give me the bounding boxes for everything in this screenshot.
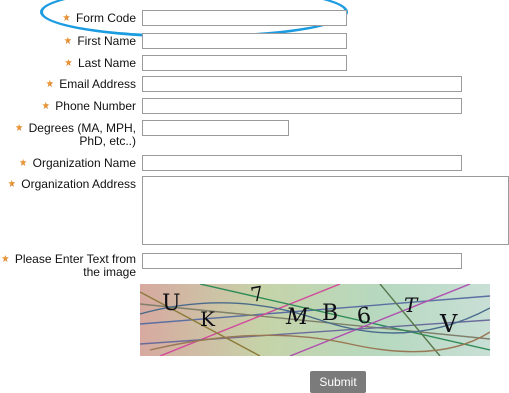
required-asterisk-icon (8, 180, 16, 187)
degrees-input[interactable] (142, 120, 289, 136)
phone-label-text: Phone Number (55, 99, 136, 113)
org-name-label-text: Organization Name (32, 156, 136, 170)
degrees-label-line-2: PhD, etc..) (79, 134, 136, 148)
org-name-input[interactable] (142, 155, 462, 171)
required-asterisk-icon (19, 159, 27, 166)
email-label-text: Email Address (59, 77, 136, 91)
last-name-label: Last Name (64, 56, 136, 70)
captcha-char: T (404, 293, 419, 317)
required-asterisk-icon (64, 37, 72, 44)
phone-field[interactable] (142, 98, 462, 114)
captcha-char: V (439, 310, 458, 338)
required-asterisk-icon (42, 102, 50, 109)
captcha-entry-label-line-2: the image (83, 265, 136, 279)
degrees-label: Degrees (MA, MPH, PhD, etc..) (0, 122, 136, 148)
captcha-char: U (162, 291, 181, 316)
first-name-label-text: First Name (77, 34, 136, 48)
captcha-input[interactable] (142, 253, 462, 269)
captcha-char: K (200, 307, 216, 331)
org-address-textarea[interactable] (142, 176, 509, 245)
required-asterisk-icon (62, 14, 70, 21)
email-field[interactable] (142, 76, 462, 92)
last-name-input[interactable] (142, 55, 347, 71)
first-name-input[interactable] (142, 33, 347, 49)
required-asterisk-icon (64, 59, 72, 66)
last-name-label-text: Last Name (77, 56, 136, 70)
form-code-label: Form Code (62, 11, 136, 25)
phone-label: Phone Number (42, 100, 136, 113)
email-label: Email Address (46, 78, 136, 91)
required-asterisk-icon (1, 255, 9, 262)
org-address-label-text: Organization Address (21, 177, 136, 191)
form-code-input[interactable] (142, 10, 347, 26)
captcha-char: B (322, 301, 338, 326)
required-asterisk-icon (15, 124, 23, 131)
form-code-label-text: Form Code (75, 11, 136, 25)
org-address-label: Organization Address (8, 178, 136, 191)
captcha-char: M (285, 305, 309, 330)
degrees-label-line-1: Degrees (MA, MPH, (28, 121, 136, 135)
captcha-graphic: U K 7 M B 6 T V (140, 284, 490, 356)
captcha-entry-label: Please Enter Text from the image (0, 253, 136, 279)
captcha-entry-label-line-1: Please Enter Text from (14, 252, 136, 266)
required-asterisk-icon (46, 80, 54, 87)
first-name-label: First Name (64, 35, 136, 48)
org-name-label: Organization Name (19, 156, 136, 170)
captcha-image: U K 7 M B 6 T V (140, 284, 490, 356)
